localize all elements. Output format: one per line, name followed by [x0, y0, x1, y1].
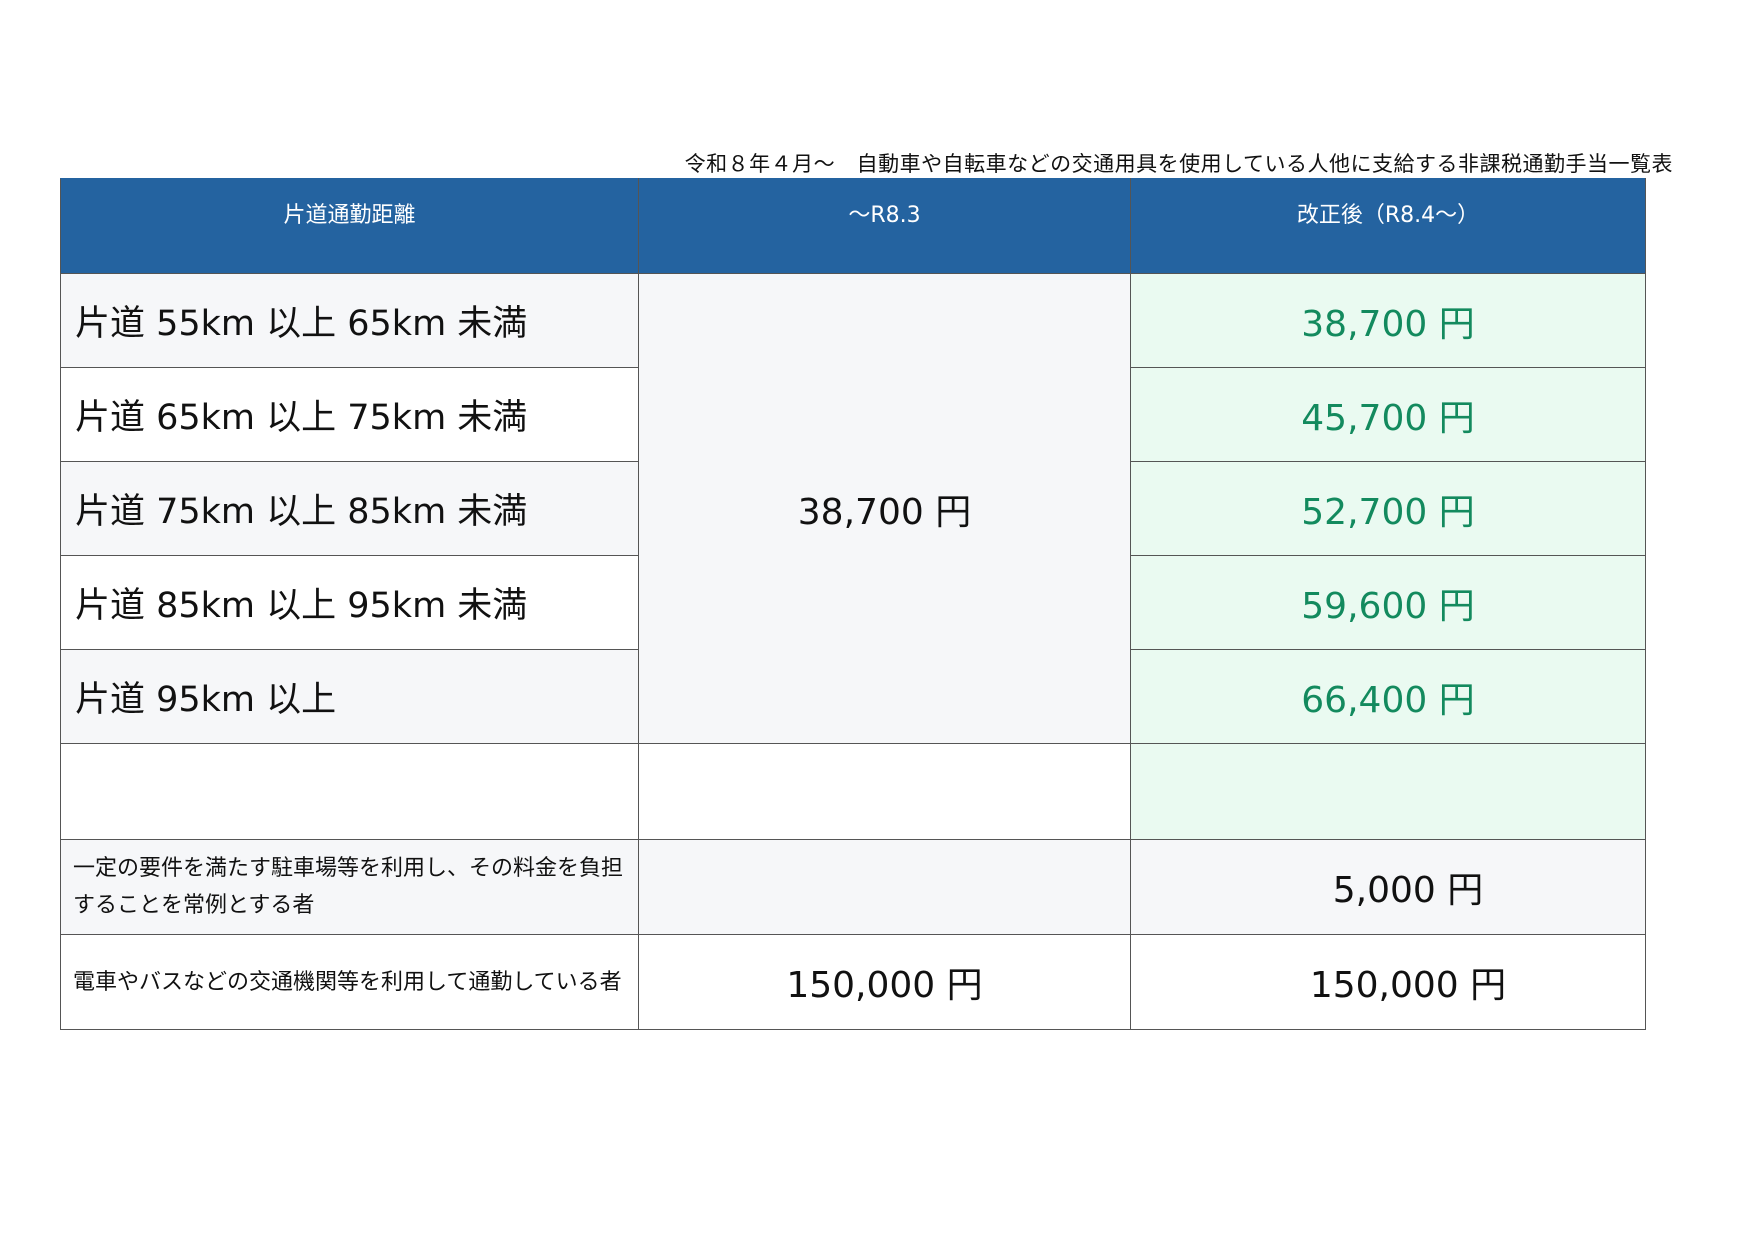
transit-row: 電車やバスなどの交通機関等を利用して通勤している者 150,000 円 150,…: [60, 934, 1646, 1030]
distance-cell: 片道 65km 以上 75km 未満: [60, 367, 639, 462]
empty-cell: [1130, 743, 1646, 840]
header-old: ～R8.3: [638, 178, 1131, 274]
distance-cell: 片道 75km 以上 85km 未満: [60, 461, 639, 556]
header-revised: 改正後（R8.4～）: [1130, 178, 1646, 274]
header-row: 片道通勤距離 ～R8.3 改正後（R8.4～）: [60, 178, 1646, 274]
revised-cell: 45,700 円: [1130, 367, 1646, 462]
transit-label: 電車やバスなどの交通機関等を利用して通勤している者: [60, 934, 639, 1030]
distance-cell: 片道 95km 以上: [60, 649, 639, 744]
parking-row: 一定の要件を満たす駐車場等を利用し、その料金を負担することを常例とする者 5,0…: [60, 839, 1646, 935]
allowance-table: 片道通勤距離 ～R8.3 改正後（R8.4～） 片道 55km 以上 65km …: [60, 178, 1646, 1030]
parking-old-cell: [638, 839, 1131, 935]
transit-revised-cell: 150,000 円: [1130, 934, 1646, 1030]
revised-cell: 66,400 円: [1130, 649, 1646, 744]
revised-cell: 52,700 円: [1130, 461, 1646, 556]
parking-label: 一定の要件を満たす駐車場等を利用し、その料金を負担することを常例とする者: [60, 839, 639, 935]
old-merged-cell: 38,700 円: [638, 273, 1131, 744]
distance-cell: 片道 55km 以上 65km 未満: [60, 273, 639, 368]
header-distance: 片道通勤距離: [60, 178, 639, 274]
empty-cell: [60, 743, 639, 840]
transit-old-cell: 150,000 円: [638, 934, 1131, 1030]
revised-cell: 38,700 円: [1130, 273, 1646, 368]
page-title: 令和８年４月～ 自動車や自転車などの交通用具を使用している人他に支給する非課税通…: [684, 152, 1673, 176]
empty-cell: [638, 743, 1131, 840]
revised-cell: 59,600 円: [1130, 555, 1646, 650]
empty-row: [60, 743, 1646, 840]
distance-cell: 片道 85km 以上 95km 未満: [60, 555, 639, 650]
parking-revised-cell: 5,000 円: [1130, 839, 1646, 935]
table-row: 片道 55km 以上 65km 未満 38,700 円 38,700 円: [60, 273, 1646, 744]
